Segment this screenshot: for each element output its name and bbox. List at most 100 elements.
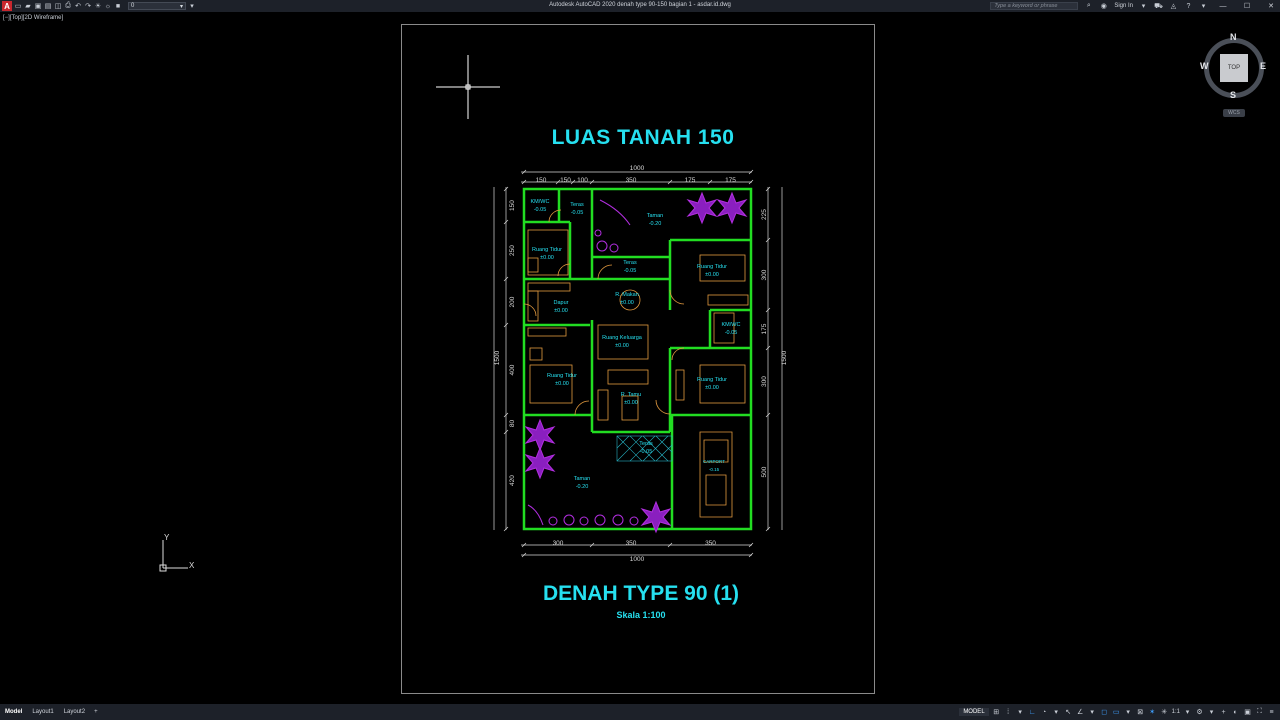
isodraft-icon[interactable]: ↖ — [1064, 708, 1073, 717]
model-space-button[interactable]: MODEL — [959, 708, 989, 716]
dim-right-segment: 300 — [761, 376, 768, 387]
clean-screen-icon[interactable]: ⛶ — [1255, 708, 1264, 717]
dim-right-total: 1500 — [781, 350, 788, 365]
object-snap-icon[interactable]: ◻ — [1100, 708, 1109, 717]
dim-bottom-segment: 350 — [705, 540, 716, 547]
room-level: -0.15 — [709, 467, 720, 472]
dim-top-total: 1000 — [630, 165, 645, 172]
room-name: R. Makan — [615, 292, 639, 298]
door-swings — [523, 209, 685, 416]
room-level: ±0.00 — [620, 300, 634, 306]
dim-top-segment: 175 — [725, 177, 736, 184]
room-level: -0.05 — [624, 268, 637, 274]
dim-left-segment: 420 — [509, 475, 516, 486]
room-level: ±0.00 — [555, 381, 569, 387]
lineweight-icon[interactable]: ▭ — [1112, 708, 1121, 717]
gear-icon[interactable]: ⚙ — [1195, 708, 1204, 717]
chevron-down-icon[interactable]: ▾ — [1016, 708, 1025, 717]
room-level: -0.05 — [534, 207, 547, 213]
room-name: Ruang Keluarga — [602, 335, 643, 341]
annotation-scale[interactable]: 1:1 — [1172, 709, 1180, 715]
add-layout-button[interactable]: + — [90, 709, 102, 715]
polar-icon[interactable]: ◔ — [1040, 708, 1049, 717]
dim-left-total: 1500 — [494, 350, 501, 365]
dim-bottom-total: 1000 — [630, 556, 645, 563]
scale-label: Skala 1:100 — [616, 610, 665, 620]
dim-left-segment: 150 — [509, 200, 516, 211]
room-name: R. Tamu — [621, 392, 641, 398]
room-level: ±0.00 — [705, 272, 719, 278]
wcs-menu[interactable]: WCS — [1223, 109, 1245, 117]
compass-east[interactable]: E — [1260, 61, 1266, 71]
chevron-down-icon[interactable]: ▾ — [1052, 708, 1061, 717]
isolate-objects-icon[interactable]: ◐ — [1231, 708, 1240, 717]
compass-north[interactable]: N — [1230, 32, 1237, 42]
compass-south[interactable]: S — [1230, 90, 1236, 100]
customization-menu-icon[interactable]: ≡ — [1267, 708, 1276, 717]
room-name: Ruang Tidur — [697, 264, 727, 270]
dim-top-segment: 350 — [626, 177, 637, 184]
status-bar: Model Layout1 Layout2 + MODEL ⊞ ⁞ ▾ ∟ ◔ … — [0, 704, 1280, 720]
room-level: -0.05 — [571, 210, 584, 216]
dim-top-segment: 150 — [560, 177, 571, 184]
room-name: Teras — [570, 202, 584, 208]
dim-top-segment: 150 — [536, 177, 547, 184]
room-level: -0.20 — [649, 221, 662, 227]
tab-model[interactable]: Model — [0, 706, 27, 718]
dim-left-segment: 200 — [509, 296, 516, 307]
ucs-icon: Y X — [159, 534, 195, 572]
dim-right-segment: 500 — [761, 466, 768, 477]
plus-icon[interactable]: + — [1219, 708, 1228, 717]
dim-top-segment: 100 — [577, 177, 588, 184]
floor-plan-drawing: LUAS TANAH 150 DENAH TYPE 90 (1) Skala 1… — [436, 55, 788, 620]
dim-top-segment: 175 — [685, 177, 696, 184]
grid-icon[interactable]: ⊞ — [992, 708, 1001, 717]
room-name: Ruang Tidur — [547, 373, 577, 379]
dim-left-segment: 250 — [509, 245, 516, 256]
room-name: CARPORT — [703, 459, 725, 464]
view-cube[interactable]: TOP N S E W — [1196, 30, 1272, 106]
room-level: -0.05 — [725, 330, 738, 336]
dim-right-segment: 300 — [761, 269, 768, 280]
room-level: -0.20 — [576, 484, 589, 490]
room-name: Dapur — [554, 300, 569, 306]
status-bar-tools: MODEL ⊞ ⁞ ▾ ∟ ◔ ▾ ↖ ∠ ▾ ◻ ▭ ▾ ⊠ ✶ ✳ 1:1 … — [959, 708, 1280, 717]
snap-icon[interactable]: ⁞ — [1004, 708, 1013, 717]
dim-left-segment: 400 — [509, 364, 516, 375]
dim-right-segment: 225 — [761, 209, 768, 220]
auto-scale-icon[interactable]: ✳ — [1160, 708, 1169, 717]
room-name: KM/WC — [722, 322, 741, 328]
chevron-down-icon[interactable]: ▾ — [1124, 708, 1133, 717]
selection-cycling-icon[interactable]: ⊠ — [1136, 708, 1145, 717]
ucs-x-label: X — [189, 561, 195, 570]
room-name: Ruang Tidur — [697, 377, 727, 383]
room-name: KM/WC — [531, 199, 550, 205]
chevron-down-icon[interactable]: ▾ — [1207, 708, 1216, 717]
view-cube-top-face[interactable]: TOP — [1220, 54, 1248, 82]
room-name: Teras — [623, 260, 637, 266]
annotation-visibility-icon[interactable]: ✶ — [1148, 708, 1157, 717]
room-level: ±0.00 — [624, 400, 638, 406]
title-top: LUAS TANAH 150 — [552, 126, 735, 149]
room-name: Taman — [574, 476, 591, 482]
dim-bottom-segment: 300 — [553, 540, 564, 547]
tab-layout2[interactable]: Layout2 — [59, 706, 90, 718]
dim-bottom-segment: 350 — [626, 540, 637, 547]
ucs-y-label: Y — [164, 534, 170, 542]
room-level: ±0.00 — [615, 343, 629, 349]
dimension-texts: 1000 150 150 100 350 175 175 300 350 350 1000 150 25… — [494, 165, 788, 563]
hardware-acceleration-icon[interactable]: ▣ — [1243, 708, 1252, 717]
room-name: Ruang Tidur — [532, 247, 562, 253]
room-name: Teras — [639, 441, 653, 447]
plants — [524, 191, 748, 534]
dim-left-segment: 80 — [509, 420, 516, 428]
room-level: ±0.00 — [705, 385, 719, 391]
compass-west[interactable]: W — [1200, 61, 1209, 71]
title-bottom: DENAH TYPE 90 (1) — [543, 582, 739, 605]
chevron-down-icon[interactable]: ▾ — [1183, 708, 1192, 717]
dimension-lines — [493, 169, 783, 558]
tab-layout1[interactable]: Layout1 — [27, 706, 58, 718]
ortho-icon[interactable]: ∟ — [1028, 708, 1037, 717]
object-snap-tracking-icon[interactable]: ∠ — [1076, 708, 1085, 717]
chevron-down-icon[interactable]: ▾ — [1088, 708, 1097, 717]
